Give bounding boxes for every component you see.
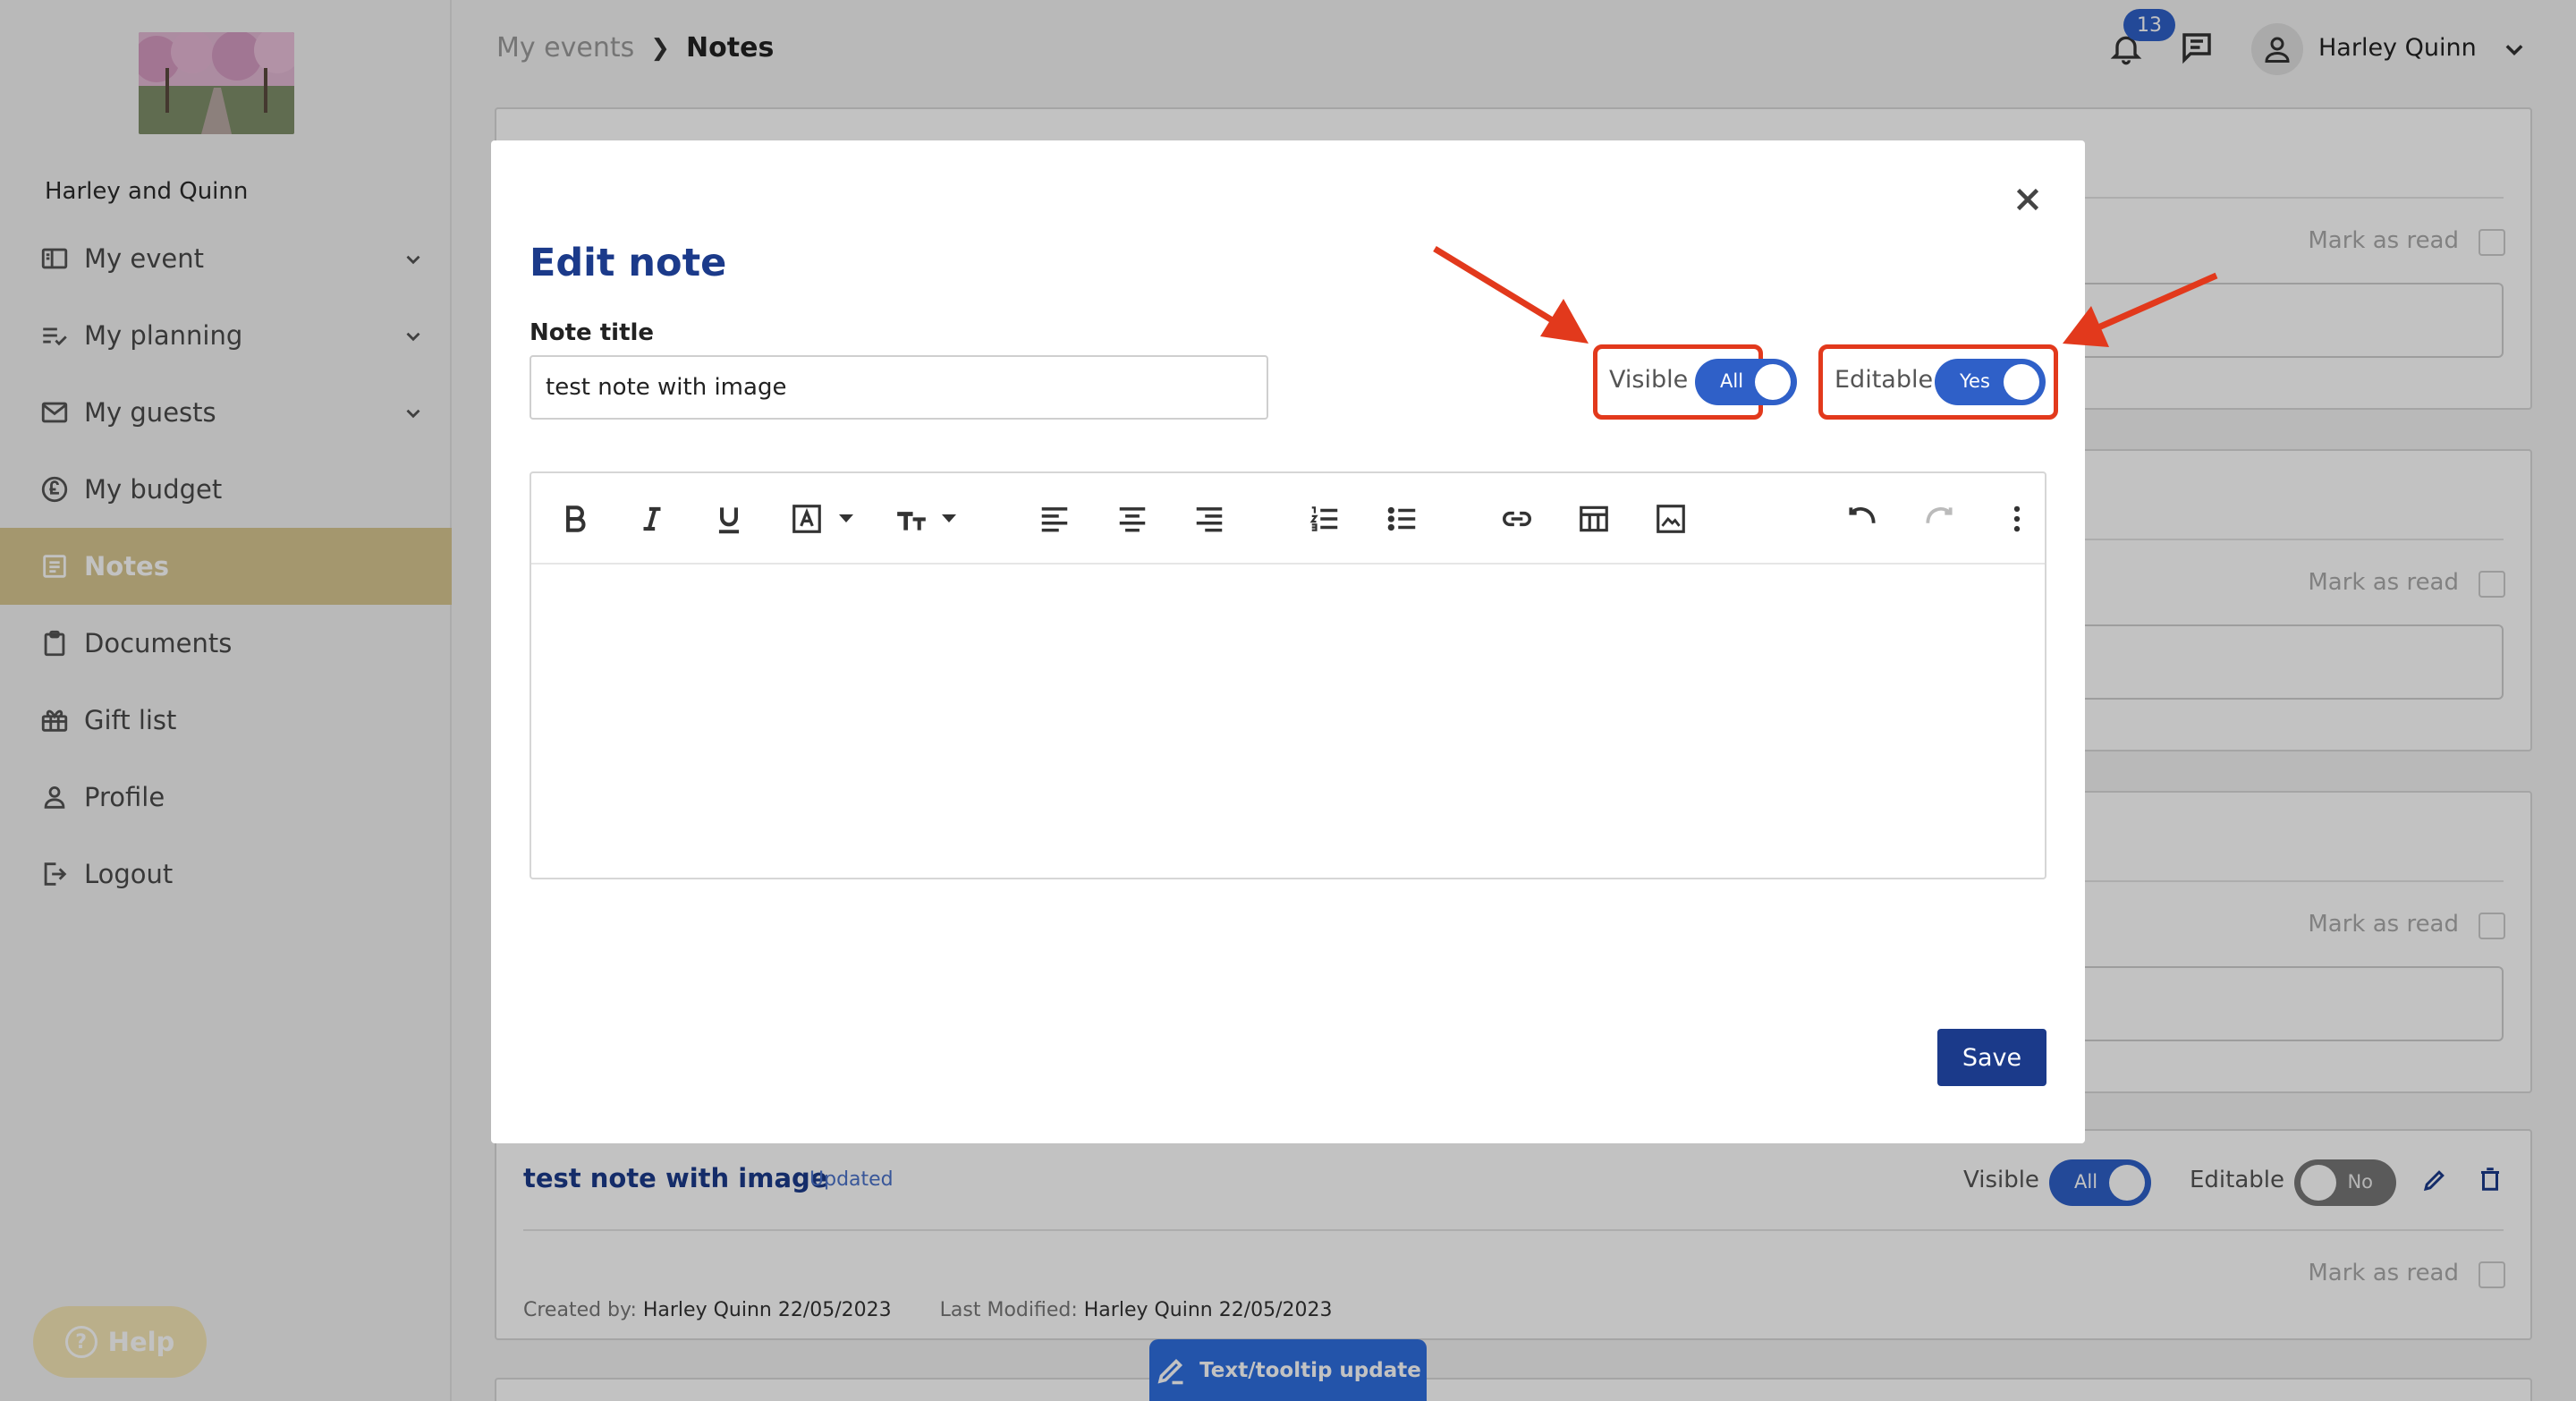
edit-note-modal: Edit note Note title Visible All Editabl…	[491, 140, 2085, 1143]
italic-icon[interactable]	[633, 500, 671, 538]
image-icon[interactable]	[1652, 500, 1690, 538]
note-title-input[interactable]	[530, 355, 1268, 420]
align-left-icon[interactable]	[1036, 500, 1073, 538]
modal-title: Edit note	[530, 241, 727, 285]
font-color-icon[interactable]	[788, 500, 826, 538]
note-title-label: Note title	[530, 319, 655, 346]
bold-icon[interactable]	[556, 500, 594, 538]
redo-icon[interactable]	[1920, 500, 1958, 538]
editor-toolbar	[531, 473, 2045, 565]
visible-toggle[interactable]: All	[1695, 359, 1797, 405]
font-color-caret[interactable]	[839, 514, 853, 522]
close-icon[interactable]	[2012, 183, 2044, 216]
text-size-caret[interactable]	[942, 514, 956, 522]
table-icon[interactable]	[1575, 500, 1613, 538]
visible-label: Visible	[1609, 366, 1689, 394]
save-button[interactable]: Save	[1937, 1029, 2046, 1086]
align-right-icon[interactable]	[1191, 500, 1228, 538]
editable-label: Editable	[1835, 366, 1934, 394]
toggle-knob	[2004, 364, 2039, 400]
link-icon[interactable]	[1498, 500, 1536, 538]
editable-toggle[interactable]: Yes	[1935, 359, 2046, 405]
undo-icon[interactable]	[1843, 500, 1881, 538]
toggle-knob	[1755, 364, 1791, 400]
text-size-icon[interactable]	[893, 500, 930, 538]
editor-content-area[interactable]	[531, 566, 2045, 878]
toggle-text: All	[1720, 370, 1744, 392]
underline-icon[interactable]	[710, 500, 748, 538]
toggle-text: Yes	[1960, 370, 1990, 392]
bullet-list-icon[interactable]	[1384, 500, 1421, 538]
rich-text-editor	[530, 471, 2046, 879]
align-center-icon[interactable]	[1114, 500, 1151, 538]
ordered-list-icon[interactable]	[1306, 500, 1343, 538]
more-options-icon[interactable]	[1998, 500, 2036, 538]
